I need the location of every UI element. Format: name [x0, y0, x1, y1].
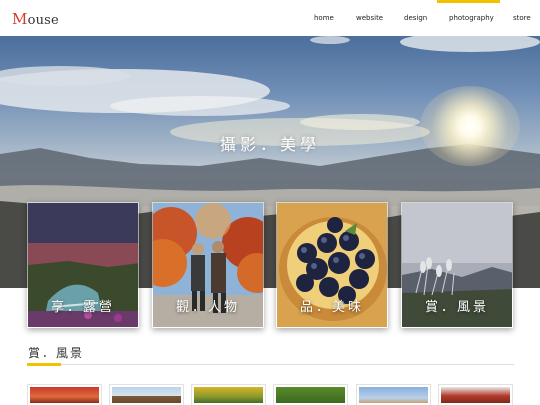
logo-text: ouse — [27, 13, 59, 28]
blue-sky-image — [359, 387, 428, 403]
temple-roof-image — [441, 387, 510, 403]
site-logo[interactable]: Mouse — [12, 10, 59, 28]
nav-item-store[interactable]: store — [513, 14, 531, 22]
card-camping[interactable]: 享．露營 — [27, 202, 139, 328]
red-foliage-image — [30, 387, 99, 403]
card-label-food: 品．美味 — [299, 300, 364, 315]
logo-initial: M — [12, 10, 28, 28]
gallery-thumb[interactable] — [191, 384, 266, 405]
site-header: Mouse home website design photography st… — [0, 0, 540, 36]
gallery-thumb[interactable] — [273, 384, 348, 405]
gallery-thumbnails — [0, 384, 540, 405]
gallery-thumb[interactable] — [356, 384, 431, 405]
card-portrait[interactable]: 觀．人物 — [152, 202, 264, 328]
section-title: 賞．風景 — [28, 346, 85, 360]
nav-item-home[interactable]: home — [314, 14, 334, 22]
pagoda-image — [112, 387, 181, 403]
yellow-flowers-image — [194, 387, 263, 403]
gallery-thumb[interactable] — [27, 384, 102, 405]
green-foliage-image — [276, 387, 345, 403]
section-accent-bar — [27, 363, 61, 366]
nav-item-photography[interactable]: photography — [449, 14, 494, 22]
card-label-scenery: 賞．風景 — [424, 300, 489, 315]
category-cards: 享．露營 觀．人物 品．美味 賞．風景 — [0, 202, 540, 330]
card-scenery[interactable]: 賞．風景 — [401, 202, 513, 328]
nav-item-design[interactable]: design — [404, 14, 427, 22]
section-divider — [27, 364, 514, 365]
card-label-portrait: 觀．人物 — [175, 300, 240, 315]
gallery-thumb[interactable] — [438, 384, 513, 405]
card-label-camping: 享．露營 — [50, 300, 115, 315]
gallery-thumb[interactable] — [109, 384, 184, 405]
hero-title: 攝影．美學 — [219, 135, 320, 154]
card-food[interactable]: 品．美味 — [276, 202, 388, 328]
nav-item-website[interactable]: website — [356, 14, 383, 22]
nav-active-indicator — [437, 0, 500, 3]
